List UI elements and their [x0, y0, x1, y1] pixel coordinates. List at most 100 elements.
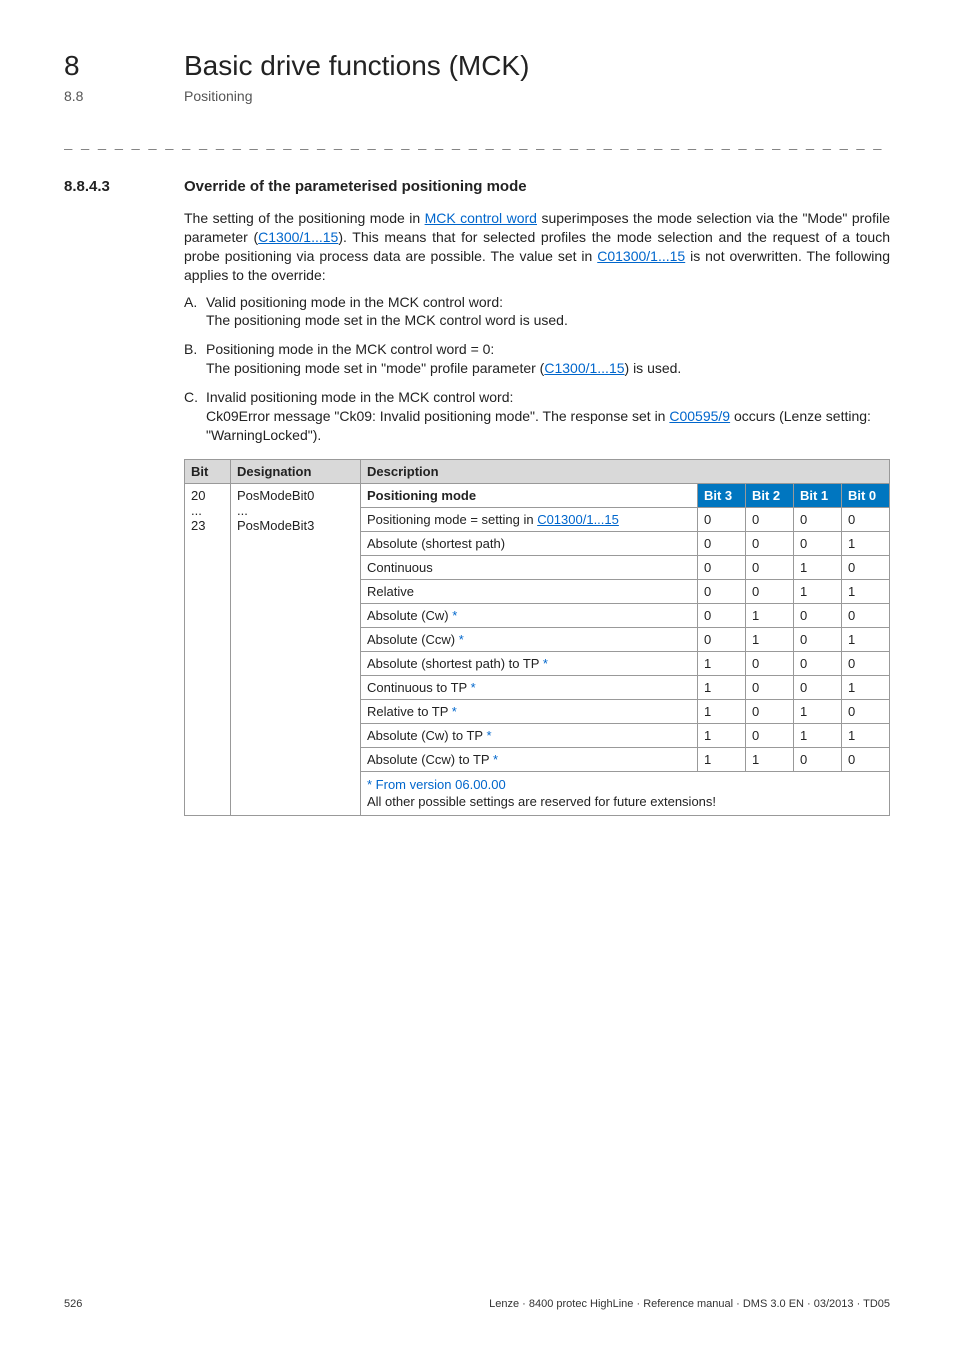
chapter-number: 8	[64, 50, 144, 82]
bit-value: 0	[745, 723, 793, 747]
c1300-link[interactable]: C1300/1...15	[258, 229, 338, 245]
section-heading: 8.8.4.3 Override of the parameterised po…	[64, 178, 890, 195]
text: Relative	[367, 584, 414, 599]
marker: C.	[184, 388, 198, 407]
bit-value: 0	[841, 603, 889, 627]
bit-value: 0	[841, 747, 889, 771]
reserved-note: All other possible settings are reserved…	[367, 794, 716, 809]
bit-value: 0	[745, 555, 793, 579]
marker: B.	[184, 340, 197, 359]
bit-value: 0	[841, 699, 889, 723]
bit-start: 20	[191, 488, 205, 503]
bit-value: 1	[841, 675, 889, 699]
bit-value: 0	[697, 531, 745, 555]
bit-value: 0	[697, 627, 745, 651]
bit-value: 1	[697, 651, 745, 675]
desig-dots: ...	[237, 503, 248, 518]
text: The positioning mode set in the MCK cont…	[206, 312, 568, 328]
bit-value: 0	[793, 507, 841, 531]
version-note: * From version 06.00.00	[367, 777, 506, 792]
col-description: Description	[361, 459, 890, 483]
text: Absolute (Ccw) to TP	[367, 752, 489, 767]
bit0-head: Bit 0	[841, 483, 889, 507]
list-item-c: C. Invalid positioning mode in the MCK c…	[184, 388, 890, 445]
bit-value: 0	[697, 555, 745, 579]
bit-value: 1	[745, 603, 793, 627]
bit-value: 0	[793, 627, 841, 651]
section-title: Override of the parameterised positionin…	[184, 178, 527, 195]
text: *	[449, 608, 458, 623]
divider-dashes: _ _ _ _ _ _ _ _ _ _ _ _ _ _ _ _ _ _ _ _ …	[64, 134, 890, 150]
bit-value: 1	[793, 555, 841, 579]
positioning-mode-table: Bit Designation Description 20 ... 23 Po…	[184, 459, 890, 816]
text: Ck09Error message "Ck09: Invalid positio…	[206, 408, 669, 424]
intro-paragraph: The setting of the positioning mode in M…	[184, 209, 890, 285]
c1300-link-b[interactable]: C1300/1...15	[544, 360, 624, 376]
bit-range-cell: 20 ... 23	[185, 483, 231, 815]
subsection-title: Positioning	[184, 88, 253, 104]
mode-description: Absolute (Ccw) to TP *	[361, 747, 698, 771]
text: Continuous to TP	[367, 680, 467, 695]
mode-description: Continuous to TP *	[361, 675, 698, 699]
list-item-b: B. Positioning mode in the MCK control w…	[184, 340, 890, 378]
bit-value: 0	[745, 699, 793, 723]
text: Continuous	[367, 560, 433, 575]
bit-value: 0	[841, 651, 889, 675]
bit-value: 1	[793, 699, 841, 723]
bit-value: 1	[793, 579, 841, 603]
mode-description: Absolute (Ccw) *	[361, 627, 698, 651]
desig3: PosModeBit3	[237, 518, 314, 533]
bit-value: 0	[793, 651, 841, 675]
bit-value: 1	[793, 723, 841, 747]
mode-header-row: 20 ... 23 PosModeBit0 ... PosModeBit3 Po…	[185, 483, 890, 507]
bit-value: 1	[841, 531, 889, 555]
bit3-head: Bit 3	[697, 483, 745, 507]
bit-value: 0	[841, 555, 889, 579]
bit-value: 0	[793, 531, 841, 555]
bit2-head: Bit 2	[745, 483, 793, 507]
mode-description: Positioning mode = setting in C01300/1..…	[361, 507, 698, 531]
text: *	[448, 704, 457, 719]
text: Absolute (shortest path)	[367, 536, 505, 551]
bit-value: 0	[697, 603, 745, 627]
bit-value: 0	[793, 675, 841, 699]
bit-value: 0	[697, 579, 745, 603]
marker: A.	[184, 293, 197, 312]
text: *	[467, 680, 476, 695]
text: Absolute (Cw)	[367, 608, 449, 623]
bit1-head: Bit 1	[793, 483, 841, 507]
text: *	[539, 656, 548, 671]
text: *	[489, 752, 498, 767]
bit-value: 0	[841, 507, 889, 531]
bit-end: 23	[191, 518, 205, 533]
table-header-row: Bit Designation Description	[185, 459, 890, 483]
chapter-title: Basic drive functions (MCK)	[184, 50, 529, 82]
mode-description: Absolute (Cw) to TP *	[361, 723, 698, 747]
page-number: 526	[64, 1298, 82, 1310]
param-link[interactable]: C01300/1...15	[537, 512, 619, 527]
text: Positioning mode = setting in	[367, 512, 537, 527]
c00595-link[interactable]: C00595/9	[669, 408, 730, 424]
bit-value: 1	[697, 675, 745, 699]
bit-value: 0	[745, 675, 793, 699]
override-list: A. Valid positioning mode in the MCK con…	[184, 293, 890, 445]
mode-description: Continuous	[361, 555, 698, 579]
text: Valid positioning mode in the MCK contro…	[206, 294, 503, 310]
bit-dots: ...	[191, 503, 202, 518]
c01300-link[interactable]: C01300/1...15	[597, 248, 685, 264]
designation-cell: PosModeBit0 ... PosModeBit3	[231, 483, 361, 815]
subsection-number: 8.8	[64, 88, 144, 104]
bit-value: 1	[697, 699, 745, 723]
text: Absolute (shortest path) to TP	[367, 656, 539, 671]
bit-value: 1	[841, 627, 889, 651]
desig0: PosModeBit0	[237, 488, 314, 503]
mode-description: Relative to TP *	[361, 699, 698, 723]
page-footer: 526 Lenze · 8400 protec HighLine · Refer…	[64, 1298, 890, 1310]
bit-value: 0	[745, 507, 793, 531]
bit-value: 1	[745, 747, 793, 771]
text: Absolute (Ccw)	[367, 632, 455, 647]
col-designation: Designation	[231, 459, 361, 483]
mode-description: Absolute (shortest path) to TP *	[361, 651, 698, 675]
mck-control-word-link[interactable]: MCK control word	[425, 210, 537, 226]
bit-value: 1	[697, 723, 745, 747]
